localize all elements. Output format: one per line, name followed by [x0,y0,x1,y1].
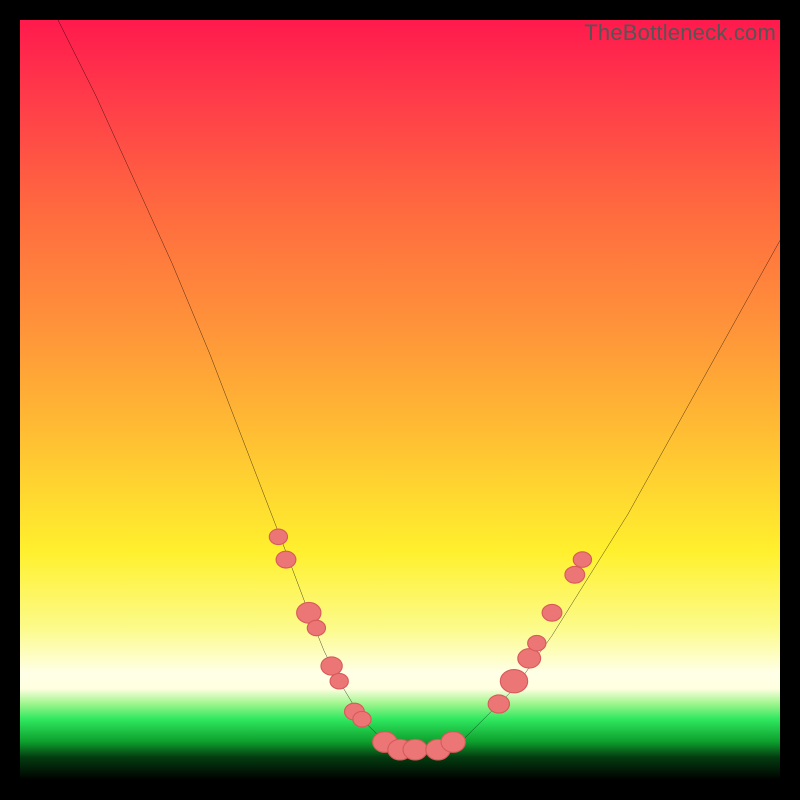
plot-area: TheBottleneck.com [20,20,780,780]
data-marker [403,739,427,760]
data-marker [269,529,287,545]
data-marker [565,566,585,583]
data-marker [528,635,546,651]
data-marker [518,649,541,668]
data-marker [488,695,509,713]
data-marker [441,732,465,753]
data-marker [330,673,348,689]
data-marker [500,670,527,693]
data-marker [321,657,342,675]
bottleneck-curve [58,20,780,750]
data-marker [542,604,562,621]
data-marker [307,620,325,636]
curve-layer [20,20,780,780]
watermark-text: TheBottleneck.com [584,20,776,46]
data-marker [276,551,296,568]
marker-group [269,529,591,760]
chart-frame: TheBottleneck.com [0,0,800,800]
data-marker [353,711,371,727]
data-marker [573,552,591,568]
